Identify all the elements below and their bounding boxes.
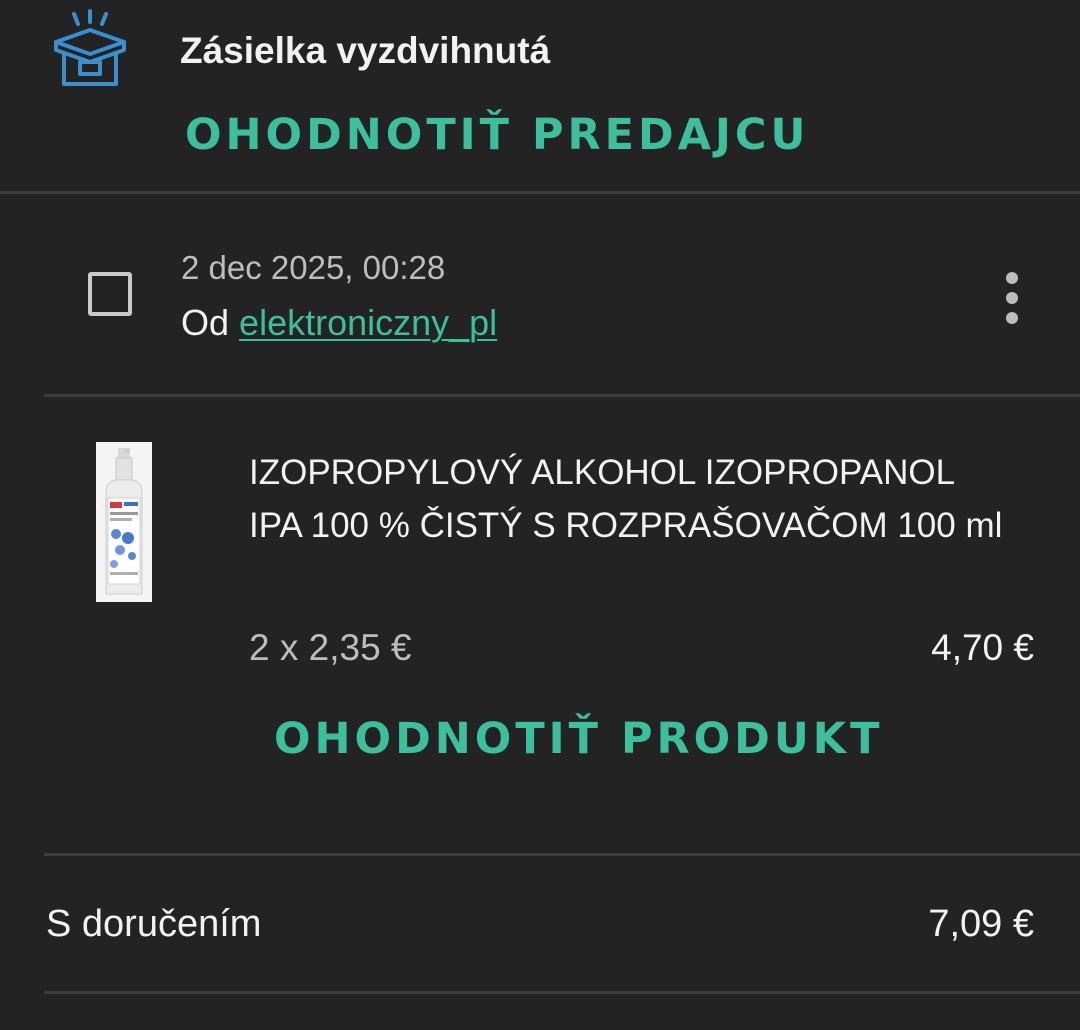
order-total-price: 7,09 €: [928, 903, 1034, 945]
seller-line: Od elektroniczny_pl: [181, 302, 497, 344]
rate-seller-button[interactable]: OHODNOTIŤ PREDAJCU: [185, 110, 809, 160]
order-checkbox[interactable]: [88, 272, 132, 316]
item-total-price: 4,70 €: [931, 627, 1034, 668]
divider: [44, 991, 1080, 994]
product-title[interactable]: IZOPROPYLOVÝ ALKOHOL IZOPROPANOL IPA 100…: [249, 446, 1009, 552]
order-date: 2 dec 2025, 00:28: [181, 249, 446, 286]
seller-link[interactable]: elektroniczny_pl: [239, 302, 497, 343]
quantity-unit-price: 2 x 2,35 €: [249, 627, 412, 668]
seller-prefix: Od: [181, 302, 230, 343]
with-delivery-label: S doručením: [46, 903, 262, 945]
divider: [44, 394, 1080, 397]
product-image[interactable]: [96, 442, 152, 602]
shipment-status: Zásielka vyzdvihnutá: [180, 30, 551, 71]
divider: [44, 853, 1080, 856]
divider: [0, 191, 1080, 194]
rate-product-button[interactable]: OHODNOTIŤ PRODUKT: [274, 714, 883, 764]
more-options-icon[interactable]: [996, 268, 1028, 328]
package-open-icon: [50, 8, 130, 92]
